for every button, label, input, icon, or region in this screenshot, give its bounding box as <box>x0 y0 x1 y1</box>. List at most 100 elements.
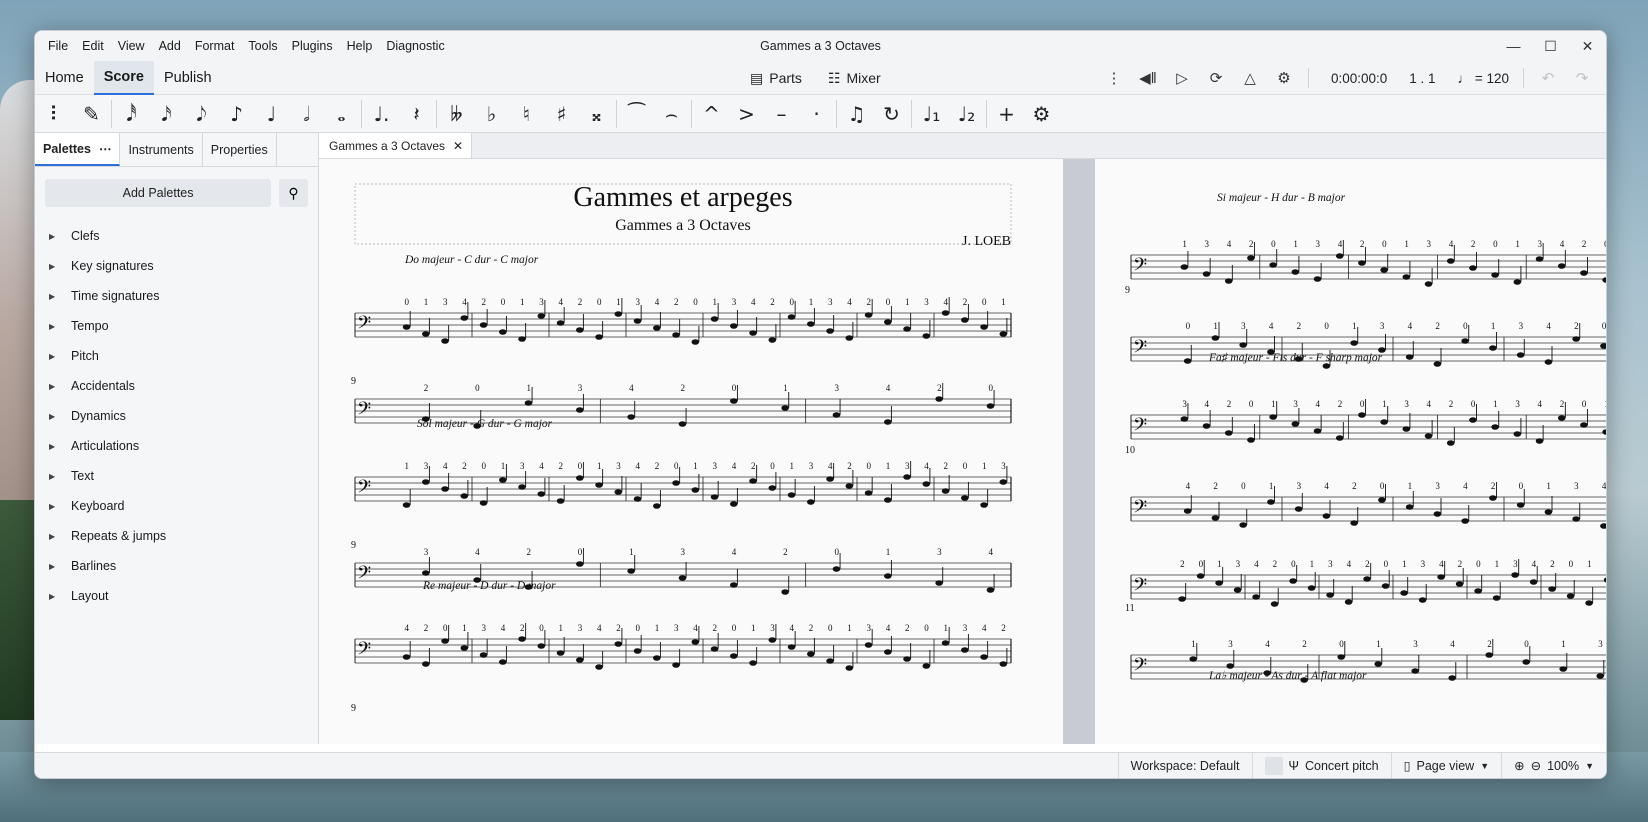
palette-item-time-signatures[interactable]: ▶ Time signatures <box>35 281 318 311</box>
pen-icon[interactable]: ✎ <box>74 95 109 133</box>
minimize-icon[interactable]: — <box>1495 31 1532 61</box>
voice-1-icon[interactable]: ♩₁ <box>914 95 949 133</box>
note-head <box>1263 670 1271 676</box>
tab-instruments[interactable]: Instruments <box>120 133 203 166</box>
half-note-icon[interactable]: 𝅗𝅥 <box>289 95 324 133</box>
rewind-icon[interactable]: ◀‖ <box>1138 69 1158 87</box>
main-area: Palettes ⋯ Instruments Properties Add Pa… <box>35 133 1606 744</box>
parts-icon: ▤ <box>750 69 764 86</box>
menu-edit[interactable]: Edit <box>75 39 111 53</box>
play-icon[interactable]: ▷ <box>1172 69 1192 87</box>
palette-item-key-signatures[interactable]: ▶ Key signatures <box>35 251 318 281</box>
settings-icon[interactable]: ⚙ <box>1024 95 1059 133</box>
palette-item-repeats-jumps[interactable]: ▶ Repeats & jumps <box>35 521 318 551</box>
add-palettes-button[interactable]: Add Palettes <box>45 179 272 207</box>
palette-item-dynamics[interactable]: ▶ Dynamics <box>35 401 318 431</box>
menu-view[interactable]: View <box>111 39 152 53</box>
flip-icon[interactable]: ↻ <box>874 95 909 133</box>
note-head <box>903 326 911 332</box>
note-head <box>1596 673 1604 679</box>
tuplet-icon[interactable]: ♫ <box>839 95 874 133</box>
zoom-level[interactable]: 100% <box>1547 759 1579 773</box>
document-tab[interactable]: Gammes a 3 Octaves ✕ <box>319 133 473 158</box>
flat-icon[interactable]: ♭ <box>474 95 509 133</box>
menu-diagnostic[interactable]: Diagnostic <box>379 39 451 53</box>
note-head <box>1350 340 1358 346</box>
palette-item-layout[interactable]: ▶ Layout <box>35 581 318 611</box>
zoom-in-icon[interactable]: ⊕ <box>1514 758 1524 773</box>
chevron-down-icon[interactable]: ▼ <box>1585 761 1594 771</box>
menu-plugins[interactable]: Plugins <box>285 39 340 53</box>
dotted-note-icon[interactable]: ♩. <box>364 95 399 133</box>
palette-item-clefs[interactable]: ▶ Clefs <box>35 221 318 251</box>
tab-properties[interactable]: Properties <box>203 133 277 166</box>
page-view-selector[interactable]: ▯ Page view ▼ <box>1390 752 1502 778</box>
palette-item-barlines[interactable]: ▶ Barlines <box>35 551 318 581</box>
slur-icon[interactable]: ⌢ <box>654 95 689 133</box>
tab-publish[interactable]: Publish <box>154 61 222 95</box>
add-icon[interactable]: + <box>989 95 1024 133</box>
palette-item-pitch[interactable]: ▶ Pitch <box>35 341 318 371</box>
gear-icon[interactable]: ⚙ <box>1274 69 1294 87</box>
eighth-note-icon[interactable]: ♪ <box>219 95 254 133</box>
tab-palettes[interactable]: Palettes ⋯ <box>35 133 121 166</box>
marcato-icon[interactable]: ^ <box>694 95 729 133</box>
menu-tools[interactable]: Tools <box>241 39 284 53</box>
palette-item-text[interactable]: ▶ Text <box>35 461 318 491</box>
32nd-note-icon[interactable]: 𝅘𝅥𝅯 <box>149 95 184 133</box>
score-canvas[interactable]: Gammes et arpeges Gammes a 3 Octaves J. … <box>319 159 1606 744</box>
palette-item-articulations[interactable]: ▶ Articulations <box>35 431 318 461</box>
mixer-button[interactable]: ☷ Mixer <box>828 70 881 87</box>
voice-2-icon[interactable]: ♩₂ <box>949 95 984 133</box>
note-head <box>935 396 943 402</box>
tab-home[interactable]: Home <box>35 61 94 95</box>
64th-note-icon[interactable]: 𝅘𝅥𝅰 <box>114 95 149 133</box>
menu-help[interactable]: Help <box>340 39 380 53</box>
menu-add[interactable]: Add <box>152 39 188 53</box>
maximize-icon[interactable]: ☐ <box>1532 31 1569 61</box>
more-icon[interactable]: ⋯ <box>99 141 112 156</box>
palette-item-tempo[interactable]: ▶ Tempo <box>35 311 318 341</box>
whole-note-icon[interactable]: 𝅝 <box>324 95 359 133</box>
staccato-icon[interactable]: · <box>799 95 834 133</box>
menu-format[interactable]: Format <box>188 39 242 53</box>
undo-icon[interactable]: ↶ <box>1538 69 1558 87</box>
tenuto-icon[interactable]: – <box>764 95 799 133</box>
loop-icon[interactable]: ⟳ <box>1206 69 1226 87</box>
zoom-out-icon[interactable]: ⊖ <box>1531 758 1541 773</box>
fingering: 1 <box>1271 399 1276 409</box>
double-flat-icon[interactable]: 𝄫 <box>439 95 474 133</box>
concert-pitch-toggle[interactable]: Ψ Concert pitch <box>1251 752 1391 778</box>
rest-icon[interactable]: 𝄽 <box>399 95 434 133</box>
fingering: 0 <box>482 461 487 471</box>
close-tab-icon[interactable]: ✕ <box>453 139 463 153</box>
accent-icon[interactable]: > <box>729 95 764 133</box>
note-head <box>1411 668 1419 674</box>
palette-item-label: Text <box>71 469 94 483</box>
quarter-note-icon[interactable]: ♩ <box>254 95 289 133</box>
16th-note-icon[interactable]: 𝅘𝅥𝅮 <box>184 95 219 133</box>
natural-icon[interactable]: ♮ <box>509 95 544 133</box>
tab-score[interactable]: Score <box>93 60 154 95</box>
grip-icon[interactable]: ⋮ <box>1104 69 1124 87</box>
fingering: 1 <box>1376 639 1381 649</box>
search-icon[interactable]: ⚲ <box>279 179 308 207</box>
note-head <box>1559 666 1567 672</box>
note-head <box>1202 271 1211 277</box>
redo-icon[interactable]: ↷ <box>1572 69 1592 87</box>
palette-item-keyboard[interactable]: ▶ Keyboard <box>35 491 318 521</box>
metronome-icon[interactable]: △ <box>1240 69 1260 87</box>
fingering: 3 <box>1380 321 1385 331</box>
tie-icon[interactable]: ⁀ <box>619 95 654 133</box>
grip-icon[interactable]: ⠇ <box>39 95 74 133</box>
workspace-selector[interactable]: Workspace: Default <box>1117 752 1252 778</box>
double-sharp-icon[interactable]: 𝄪 <box>579 95 614 133</box>
close-icon[interactable]: ✕ <box>1569 31 1606 61</box>
parts-button[interactable]: ▤ Parts <box>750 70 802 87</box>
sharp-icon[interactable]: ♯ <box>544 95 579 133</box>
menu-file[interactable]: File <box>41 39 75 53</box>
note-head <box>672 662 680 668</box>
concert-pitch-checkbox[interactable] <box>1264 756 1283 775</box>
fingering: 2 <box>944 461 949 471</box>
palette-item-accidentals[interactable]: ▶ Accidentals <box>35 371 318 401</box>
